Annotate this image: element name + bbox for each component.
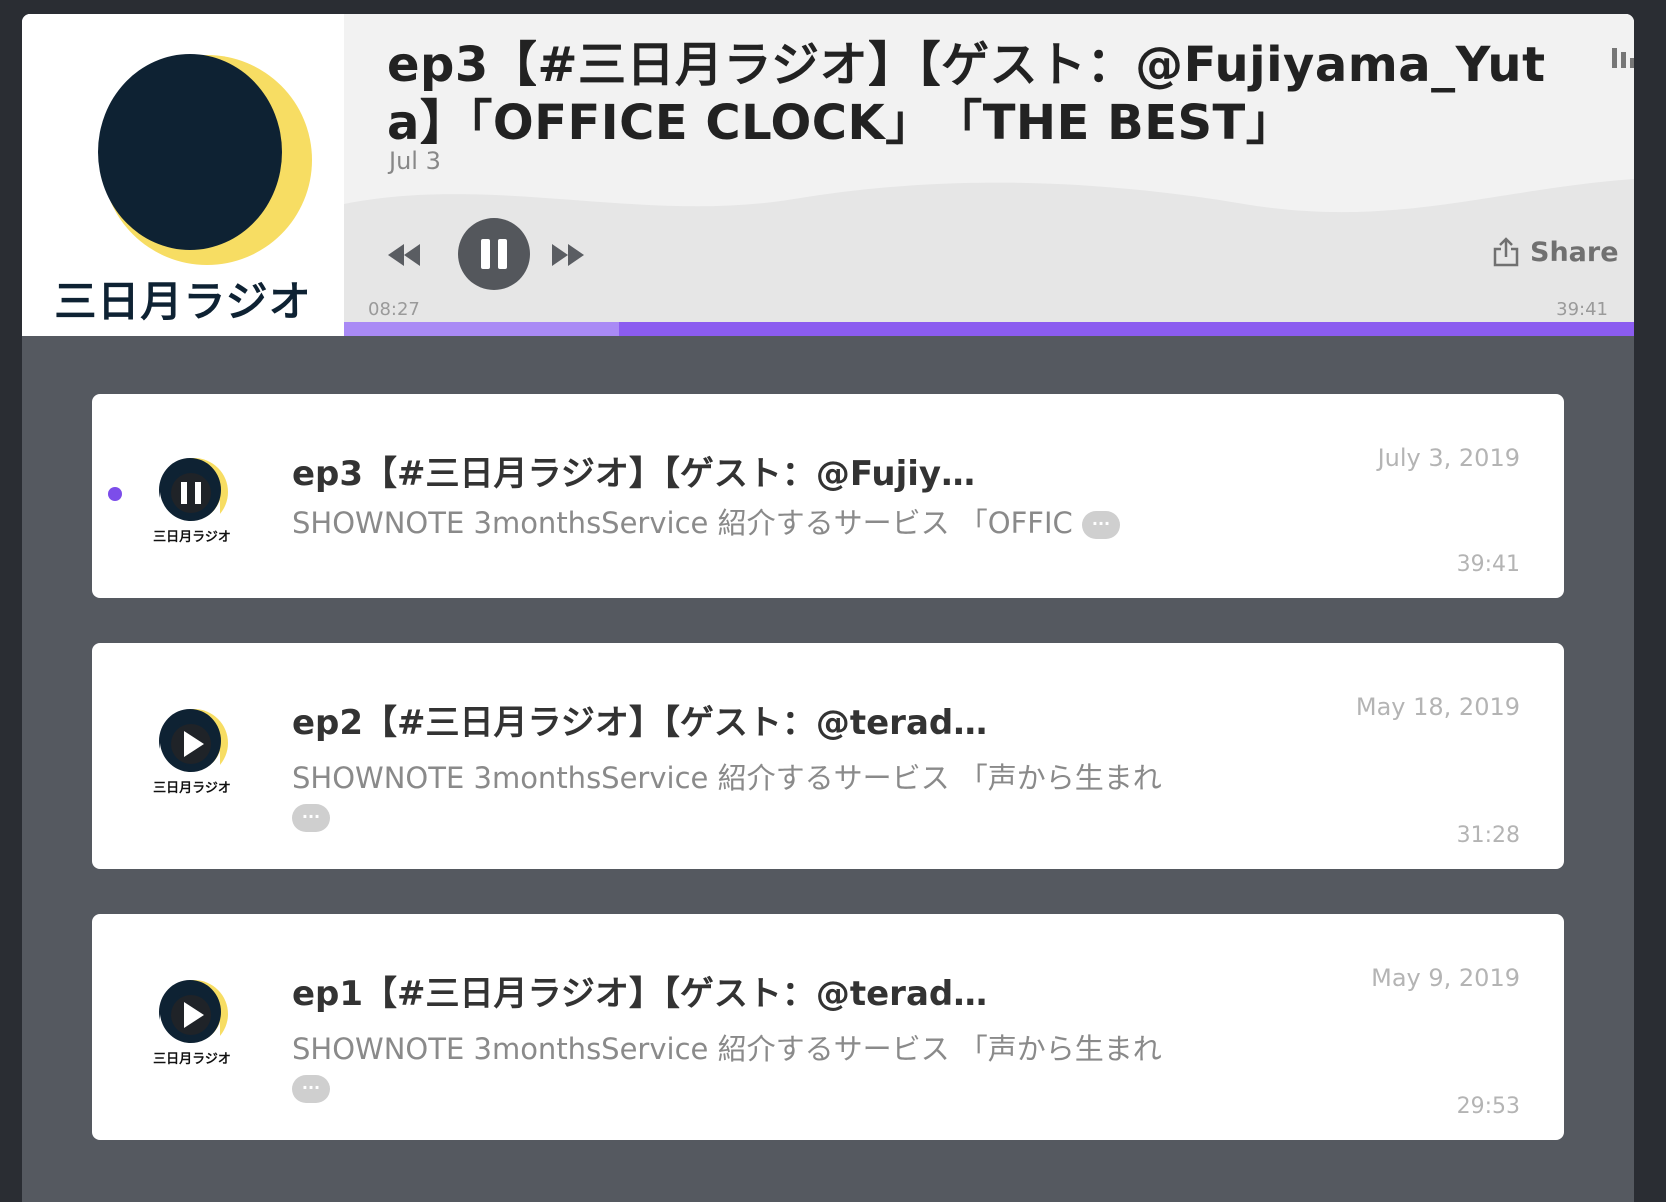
episode-title: ep3【#三日月ラジオ】【ゲスト：@Fujiyama_Yuta】「OFFICE …	[387, 37, 1546, 151]
episode-date: Jul 3	[389, 147, 441, 175]
thumbnail-label: 三日月ラジオ	[153, 1052, 231, 1067]
thumbnail-label: 三日月ラジオ	[153, 781, 231, 796]
episode-card[interactable]: 三日月ラジオ ep1【#三日月ラジオ】【ゲスト：@terad… SHOWNOTE…	[92, 914, 1564, 1140]
share-button[interactable]: Share	[1492, 234, 1619, 270]
now-playing-dot	[108, 487, 122, 501]
episode-description: SHOWNOTE 3monthsService 紹介するサービス 「声から生まれ…	[292, 1030, 1222, 1106]
episode-date: May 18, 2019	[1355, 693, 1520, 721]
episode-thumbnail[interactable]: 三日月ラジオ	[150, 697, 234, 797]
episode-date: July 3, 2019	[1377, 444, 1520, 472]
current-time: 08:27	[368, 299, 420, 320]
more-button[interactable]: ···	[292, 804, 330, 832]
episode-title[interactable]: ep3【#三日月ラジオ】【ゲスト：@Fujiy…	[292, 446, 975, 495]
episode-date: May 9, 2019	[1371, 964, 1520, 992]
episode-thumbnail[interactable]: 三日月ラジオ	[150, 968, 234, 1068]
pause-icon	[159, 458, 228, 530]
thumbnail-label: 三日月ラジオ	[153, 530, 231, 545]
more-button[interactable]: ···	[1082, 511, 1120, 539]
play-icon	[159, 709, 228, 781]
episode-duration: 31:28	[1456, 823, 1520, 848]
episode-description: SHOWNOTE 3monthsService 紹介するサービス 「OFFIC …	[292, 504, 1222, 542]
share-label: Share	[1530, 236, 1619, 268]
progress-played	[344, 322, 619, 336]
episode-thumbnail[interactable]: 三日月ラジオ	[150, 446, 234, 546]
episode-duration: 29:53	[1456, 1094, 1520, 1119]
episode-description-text: SHOWNOTE 3monthsService 紹介するサービス 「声から生まれ	[292, 1032, 1162, 1066]
player-header: 三日月ラジオ ep3【#三日月ラジオ】【ゲスト：@Fujiyama_Yuta】「…	[22, 14, 1634, 336]
share-icon	[1493, 237, 1519, 267]
episode-title[interactable]: ep1【#三日月ラジオ】【ゲスト：@terad…	[292, 966, 987, 1015]
duration: 39:41	[1556, 299, 1608, 320]
pause-icon	[481, 239, 507, 269]
more-button[interactable]: ···	[292, 1075, 330, 1103]
episode-card[interactable]: 三日月ラジオ ep2【#三日月ラジオ】【ゲスト：@terad… SHOWNOTE…	[92, 643, 1564, 869]
podcast-cover: 三日月ラジオ	[22, 14, 344, 336]
episode-description-text: SHOWNOTE 3monthsService 紹介するサービス 「声から生まれ	[292, 761, 1162, 795]
cover-brand-text: 三日月ラジオ	[54, 277, 312, 326]
progress-bar[interactable]	[344, 322, 1634, 336]
episode-title[interactable]: ep2【#三日月ラジオ】【ゲスト：@terad…	[292, 695, 987, 744]
episode-card[interactable]: 三日月ラジオ ep3【#三日月ラジオ】【ゲスト：@Fujiy… SHOWNOTE…	[92, 394, 1564, 598]
player-frame: 三日月ラジオ ep3【#三日月ラジオ】【ゲスト：@Fujiyama_Yuta】「…	[22, 14, 1634, 1202]
play-icon	[159, 980, 228, 1052]
episode-duration: 39:41	[1456, 552, 1520, 577]
player-info: ep3【#三日月ラジオ】【ゲスト：@Fujiyama_Yuta】「OFFICE …	[344, 14, 1634, 336]
fast-forward-icon[interactable]	[550, 240, 586, 270]
pause-button[interactable]	[458, 218, 530, 290]
rewind-icon[interactable]	[386, 240, 422, 270]
bars-icon[interactable]	[1610, 46, 1634, 70]
episode-description: SHOWNOTE 3monthsService 紹介するサービス 「声から生まれ…	[292, 759, 1222, 835]
episode-description-text: SHOWNOTE 3monthsService 紹介するサービス 「OFFIC	[292, 506, 1073, 540]
